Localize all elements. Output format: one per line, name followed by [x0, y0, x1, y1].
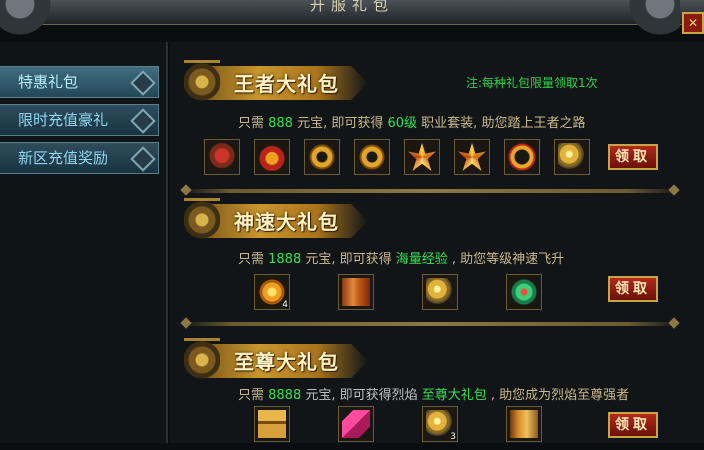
reward-item-slot[interactable] — [304, 139, 340, 175]
item-count: 3 — [450, 432, 456, 442]
shield-emblem-icon — [184, 60, 220, 105]
shield-emblem-icon — [184, 338, 220, 383]
gem-icon — [130, 70, 156, 96]
reward-item-slot[interactable] — [354, 139, 390, 175]
gold-orb-icon — [558, 143, 586, 171]
claim-button[interactable]: 领取 — [608, 412, 658, 438]
gold-orb-icon — [426, 278, 454, 306]
crystal-icon — [342, 410, 370, 438]
tab-limited-recharge[interactable]: 限时充值豪礼 — [0, 104, 159, 136]
pack-king: 王者大礼包 注:每种礼包限量领取1次 只需 888 元宝, 即可获得 60级 职… — [170, 60, 704, 182]
ring-icon — [408, 143, 436, 171]
reward-item-slot[interactable] — [338, 274, 374, 310]
reward-item-slot[interactable] — [506, 406, 542, 442]
pack-speed: 神速大礼包 只需 1888 元宝, 即可获得 海量经验 , 助您等级神速飞升 领… — [170, 198, 704, 320]
tab-new-server-reward[interactable]: 新区充值奖励 — [0, 142, 159, 174]
gem-icon — [130, 146, 156, 172]
bracelet-icon — [358, 143, 386, 171]
limit-note: 注:每种礼包限量领取1次 — [466, 76, 598, 90]
book-icon — [510, 410, 538, 438]
item-count: 4 — [282, 300, 288, 310]
pack-supreme: 至尊大礼包 只需 8888 元宝, 即可获得烈焰 至尊大礼包 , 助您成为烈焰至… — [170, 338, 704, 450]
pack-description: 只需 1888 元宝, 即可获得 海量经验 , 助您等级神速飞升 — [238, 252, 565, 267]
section-divider — [182, 189, 678, 193]
claim-button[interactable]: 领取 — [608, 276, 658, 302]
jade-flower-icon — [510, 278, 538, 306]
reward-item-slot[interactable] — [254, 139, 290, 175]
ring-icon — [458, 143, 486, 171]
sidebar: 特惠礼包 限时充值豪礼 新区充值奖励 — [0, 42, 168, 443]
section-divider — [182, 322, 678, 326]
reward-item-slot[interactable] — [404, 139, 440, 175]
main-panel: 王者大礼包 注:每种礼包限量领取1次 只需 888 元宝, 即可获得 60级 职… — [170, 42, 704, 443]
tab-label: 限时充值豪礼 — [18, 111, 109, 129]
reward-item-slot[interactable] — [506, 274, 542, 310]
pack-title: 至尊大礼包 — [234, 350, 339, 374]
scroll-icon — [342, 278, 370, 306]
helmet-icon — [258, 143, 286, 171]
treasure-chest-icon — [258, 410, 286, 438]
reward-item-slot[interactable] — [254, 406, 290, 442]
armor-icon — [208, 143, 236, 171]
close-button[interactable]: ✕ — [682, 12, 704, 34]
corner-ornament-right — [580, 0, 680, 40]
gem-icon — [130, 108, 156, 134]
reward-item-slot[interactable] — [338, 406, 374, 442]
tab-label: 特惠礼包 — [18, 73, 79, 91]
bracelet-icon — [308, 143, 336, 171]
reward-item-slot[interactable]: 3 — [422, 406, 458, 442]
tab-special-pack[interactable]: 特惠礼包 — [0, 66, 159, 98]
reward-item-slot[interactable] — [454, 139, 490, 175]
claim-button[interactable]: 领取 — [608, 144, 658, 170]
tab-label: 新区充值奖励 — [18, 149, 109, 167]
pack-description: 只需 8888 元宝, 即可获得烈焰 至尊大礼包 , 助您成为烈焰至尊强者 — [238, 388, 630, 403]
reward-item-slot[interactable]: 4 — [254, 274, 290, 310]
pack-description: 只需 888 元宝, 即可获得 60级 职业套装, 助您踏上王者之路 — [238, 116, 586, 131]
reward-item-slot[interactable] — [504, 139, 540, 175]
pack-title: 神速大礼包 — [234, 210, 339, 234]
shield-emblem-icon — [184, 198, 220, 243]
window-titlebar: 开服礼包 ✕ — [0, 0, 704, 40]
reward-item-slot[interactable] — [554, 139, 590, 175]
pack-title: 王者大礼包 — [234, 72, 339, 96]
reward-item-slot[interactable] — [422, 274, 458, 310]
necklace-icon — [508, 143, 536, 171]
reward-item-slot[interactable] — [204, 139, 240, 175]
